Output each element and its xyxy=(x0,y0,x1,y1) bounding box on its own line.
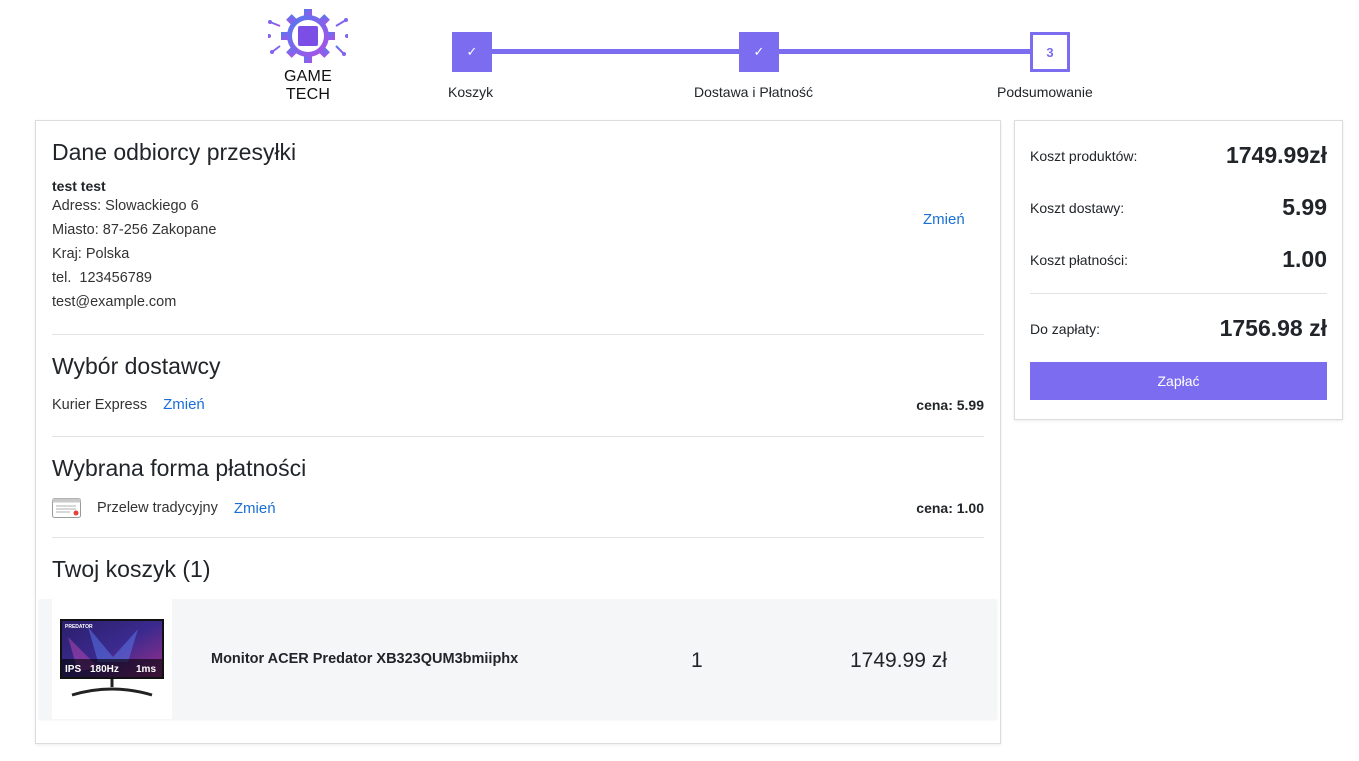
order-summary-card: Koszt produktów: 1749.99zł Koszt dostawy… xyxy=(1014,120,1343,420)
product-image-refresh: 180Hz xyxy=(90,664,119,675)
product-image[interactable]: PREDATOR IPS 180Hz 1ms xyxy=(52,599,172,719)
step-2-marker[interactable]: ✓ xyxy=(739,32,779,72)
total-value: 1756.98 zł xyxy=(1219,315,1327,341)
step-connector xyxy=(778,49,1031,54)
shipping-cost-value: 5.99 xyxy=(1282,194,1327,220)
shipping-cost-label: Koszt dostawy: xyxy=(1030,199,1125,216)
recipient-email: test@example.com xyxy=(52,294,177,310)
payment-title: Wybrana forma płatności xyxy=(52,455,307,481)
payment-cost-value: 1.00 xyxy=(1282,246,1327,272)
step-number: 3 xyxy=(1046,44,1054,60)
total-row: Do zapłaty: 1756.98 zł xyxy=(1030,315,1327,342)
step-label-koszyk[interactable]: Koszyk xyxy=(448,84,493,100)
product-image-brand: PREDATOR xyxy=(65,624,93,630)
product-image-panel: IPS xyxy=(65,664,81,675)
recipient-name: test test xyxy=(52,178,106,194)
step-label-dostawa[interactable]: Dostawa i Płatność xyxy=(694,84,813,100)
cart-section: Twoj koszyk (1) xyxy=(52,556,984,583)
payment-price: cena: 1.00 xyxy=(916,500,984,516)
payment-method: Przelew tradycyjny xyxy=(97,500,218,516)
payment-section: Wybrana forma płatności Przelew tradycyj… xyxy=(52,455,984,518)
cart-title: Twoj koszyk (1) xyxy=(52,556,211,582)
step-1-marker[interactable]: ✓ xyxy=(452,32,492,72)
delivery-price: cena: 5.99 xyxy=(916,396,984,413)
total-label: Do zapłaty: xyxy=(1030,320,1101,337)
order-details-card: Dane odbiorcy przesyłki test test Adress… xyxy=(35,120,1001,744)
products-cost-label: Koszt produktów: xyxy=(1030,147,1138,164)
step-3-marker: 3 xyxy=(1030,32,1070,72)
change-payment-link[interactable]: Zmień xyxy=(234,500,276,517)
section-divider xyxy=(52,436,984,437)
bank-transfer-icon xyxy=(52,498,81,518)
delivery-section: Wybór dostawcy Kurier Express Zmień cena… xyxy=(52,353,984,413)
shipping-cost-row: Koszt dostawy: 5.99 xyxy=(1030,194,1327,221)
delivery-method: Kurier Express xyxy=(52,396,148,413)
change-recipient-link[interactable]: Zmień xyxy=(923,211,965,228)
products-cost-value: 1749.99zł xyxy=(1225,142,1327,168)
check-icon: ✓ xyxy=(753,44,765,59)
recipient-address: Adress: Slowackiego 6 xyxy=(52,198,199,214)
section-divider xyxy=(52,537,984,538)
recipient-title: Dane odbiorcy przesyłki xyxy=(52,139,297,165)
payment-cost-label: Koszt płatności: xyxy=(1030,251,1129,268)
payment-cost-row: Koszt płatności: 1.00 xyxy=(1030,246,1327,273)
change-delivery-link[interactable]: Zmień xyxy=(163,396,205,413)
product-price: 1749.99 zł xyxy=(850,649,947,672)
products-cost-row: Koszt produktów: 1749.99zł xyxy=(1030,142,1327,169)
section-divider xyxy=(52,334,984,335)
recipient-phone: tel. 123456789 xyxy=(52,270,152,286)
check-icon: ✓ xyxy=(466,44,478,59)
recipient-section: Dane odbiorcy przesyłki test test Adress… xyxy=(52,139,984,314)
delivery-row: Kurier Express Zmień cena: 5.99 xyxy=(52,396,984,413)
product-quantity: 1 xyxy=(691,649,703,672)
pay-button[interactable]: Zapłać xyxy=(1030,362,1327,400)
summary-divider xyxy=(1030,293,1327,294)
step-label-podsumowanie: Podsumowanie xyxy=(997,84,1093,100)
recipient-city: Miasto: 87-256 Zakopane xyxy=(52,222,217,238)
payment-row: Przelew tradycyjny Zmień cena: 1.00 xyxy=(52,498,984,518)
recipient-country: Kraj: Polska xyxy=(52,246,130,262)
cart-item-row: PREDATOR IPS 180Hz 1ms Monitor ACER Pred… xyxy=(39,599,997,719)
product-image-response: 1ms xyxy=(136,664,156,675)
delivery-title: Wybór dostawcy xyxy=(52,353,221,379)
product-name[interactable]: Monitor ACER Predator XB323QUM3bmiiphx xyxy=(211,651,518,667)
checkout-stepper: ✓ ✓ 3 Koszyk Dostawa i Płatność Podsumow… xyxy=(0,0,1359,110)
step-connector xyxy=(490,49,740,54)
